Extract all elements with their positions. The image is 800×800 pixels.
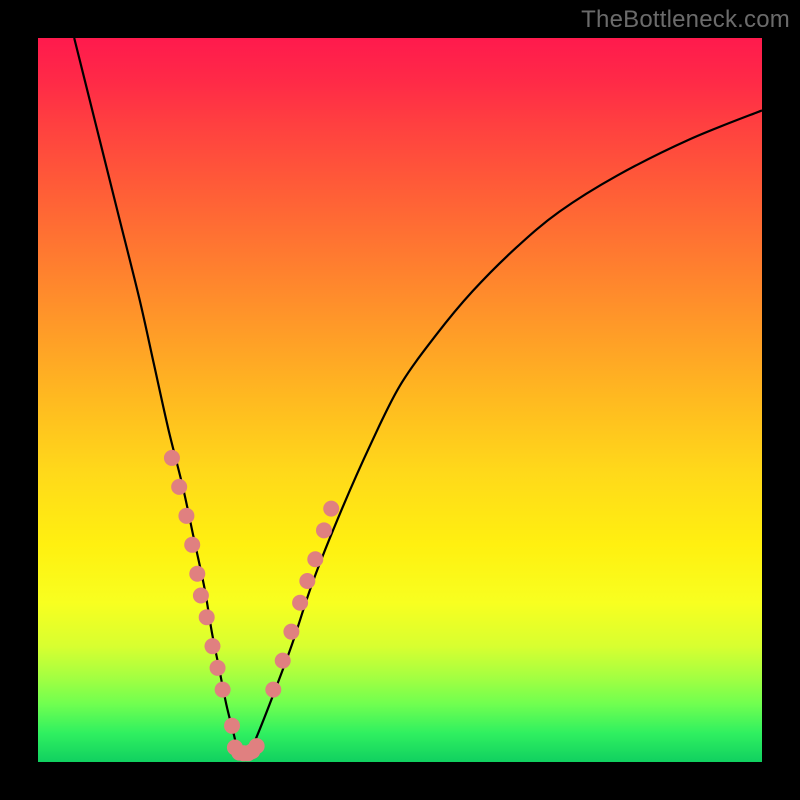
marker-dot [171, 479, 187, 495]
marker-dot [275, 653, 291, 669]
chart-frame: TheBottleneck.com [0, 0, 800, 800]
marker-dot [231, 745, 247, 761]
marker-dot [292, 595, 308, 611]
marker-dot [249, 738, 265, 754]
curve-svg [38, 38, 762, 762]
marker-dot [204, 638, 220, 654]
bottleneck-curve [74, 38, 762, 756]
marker-dot [283, 624, 299, 640]
marker-dot [323, 501, 339, 517]
marker-dot [244, 743, 260, 759]
marker-dot [215, 682, 231, 698]
right-branch-markers [265, 501, 339, 698]
marker-dot [265, 682, 281, 698]
marker-dot [299, 573, 315, 589]
marker-dot [184, 537, 200, 553]
marker-dot [240, 745, 256, 761]
plot-area [38, 38, 762, 762]
marker-dot [236, 745, 252, 761]
marker-dot [210, 660, 226, 676]
watermark-text: TheBottleneck.com [581, 6, 790, 34]
marker-dot [189, 566, 205, 582]
valley-markers [227, 738, 265, 761]
marker-dot [178, 508, 194, 524]
left-branch-markers [164, 450, 240, 734]
marker-dot [199, 609, 215, 625]
marker-dot [224, 718, 240, 734]
marker-dot [193, 587, 209, 603]
marker-dot [227, 740, 243, 756]
marker-dot [316, 522, 332, 538]
marker-dot [307, 551, 323, 567]
marker-dot [164, 450, 180, 466]
curve-path [74, 38, 762, 756]
